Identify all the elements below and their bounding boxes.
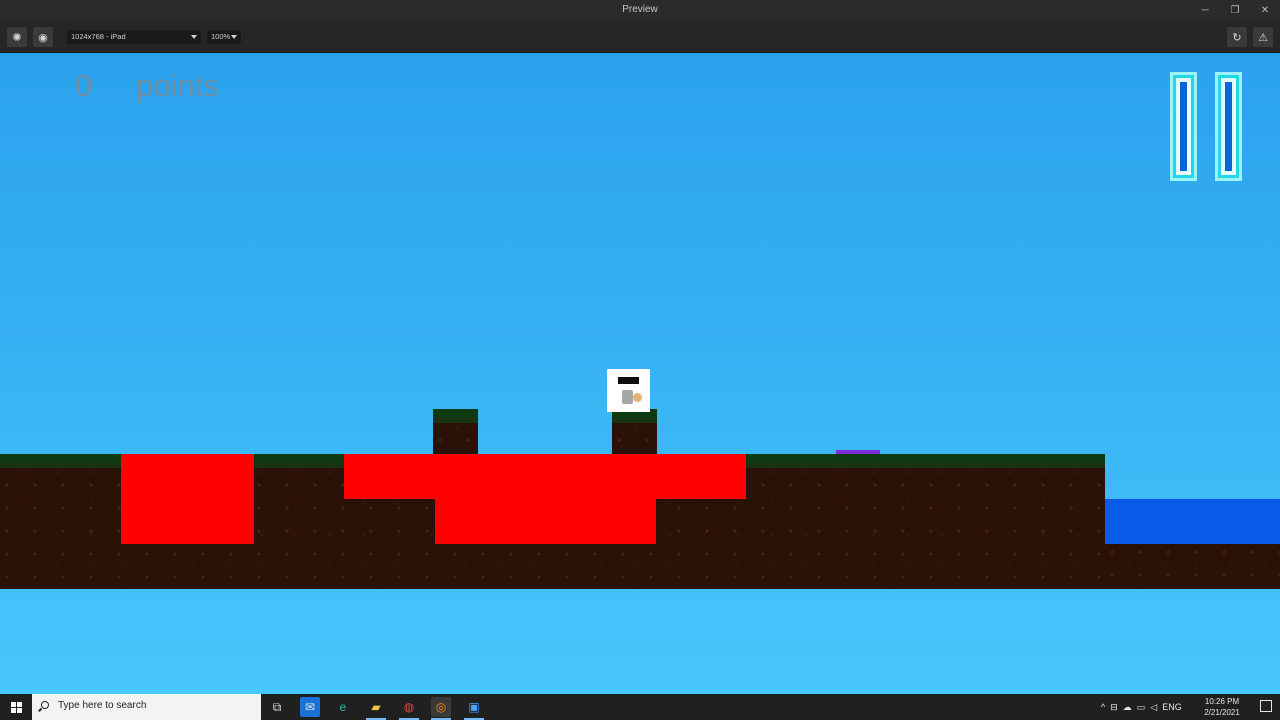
usb-icon[interactable]: ⊟ xyxy=(1110,702,1118,713)
joint-icon xyxy=(633,393,642,402)
minimize-button[interactable]: ─ xyxy=(1190,0,1220,20)
purple-pad xyxy=(836,450,880,454)
windows-taskbar: Type here to search ⧉ ✉ e ▰ ◍ ◎ ▣ ^ ⊟ ☁ … xyxy=(0,694,1280,720)
sunglasses-icon xyxy=(618,377,639,384)
system-tray: ^ ⊟ ☁ ▭ ◁ ENG xyxy=(1101,694,1182,720)
edge-icon[interactable]: e xyxy=(333,697,353,717)
lava-pool xyxy=(344,454,746,499)
preview-toolbar: ✺ ◉ 1024x768 - iPad 100% ↻ ⚠ xyxy=(0,20,1280,53)
volume-icon[interactable]: ◁ xyxy=(1150,702,1157,713)
start-button[interactable] xyxy=(0,694,32,720)
chrome-icon[interactable]: ◍ xyxy=(399,697,419,720)
taskbar-clock[interactable]: 10:26 PM 2/21/2021 xyxy=(1200,696,1244,718)
language-indicator[interactable]: ENG xyxy=(1162,702,1182,712)
cloud-icon[interactable]: ☁ xyxy=(1123,702,1132,713)
notification-icon[interactable] xyxy=(1260,700,1272,712)
file-explorer-icon[interactable]: ▰ xyxy=(366,697,386,720)
lava-pool xyxy=(435,499,656,544)
zoom-select-value: 100% xyxy=(211,32,231,41)
player-character xyxy=(607,369,650,412)
task-view-icon[interactable]: ⧉ xyxy=(267,697,287,717)
dirt-ground-right xyxy=(1105,544,1280,589)
score-label: points xyxy=(136,68,219,103)
device-select-value: 1024x768 - iPad xyxy=(71,32,126,41)
chevron-down-icon xyxy=(231,35,237,39)
clock-date: 2/21/2021 xyxy=(1204,708,1240,717)
chevron-down-icon xyxy=(191,35,197,39)
close-button[interactable]: ✕ xyxy=(1250,0,1280,20)
game-canvas[interactable]: 0 points xyxy=(0,53,1280,694)
network-icon[interactable]: ▭ xyxy=(1137,702,1146,713)
device-select[interactable]: 1024x768 - iPad xyxy=(67,30,201,44)
pause-icon-right-bar xyxy=(1215,72,1242,181)
app-icon[interactable]: ◎ xyxy=(431,697,451,720)
bug-icon[interactable]: ✺ xyxy=(7,27,27,47)
restore-button[interactable]: ❐ xyxy=(1220,0,1250,20)
mail-icon[interactable]: ✉ xyxy=(300,697,320,717)
pause-icon-left-bar xyxy=(1170,72,1197,181)
warning-icon[interactable]: ⚠ xyxy=(1253,27,1273,47)
clock-time: 10:26 PM xyxy=(1204,697,1240,706)
search-icon xyxy=(41,701,49,709)
hand-icon xyxy=(622,390,633,404)
pillar-grass xyxy=(433,409,478,423)
photos-icon[interactable]: ▣ xyxy=(464,697,484,720)
lava-pool xyxy=(121,454,254,544)
camera-icon[interactable]: ◉ xyxy=(33,27,53,47)
grass-strip xyxy=(0,454,121,468)
refresh-icon[interactable]: ↻ xyxy=(1227,27,1247,47)
zoom-select[interactable]: 100% xyxy=(207,30,241,44)
windows-icon xyxy=(10,701,22,713)
search-placeholder: Type here to search xyxy=(58,700,147,711)
grass-strip xyxy=(254,454,344,468)
tray-overflow-icon[interactable]: ^ xyxy=(1101,702,1105,712)
score-value: 0 xyxy=(75,68,93,103)
taskbar-search[interactable]: Type here to search xyxy=(32,694,261,720)
title-bar: Preview ─ ❐ ✕ xyxy=(0,0,1280,20)
water-pool xyxy=(1105,499,1280,544)
grass-strip xyxy=(746,454,1105,468)
window-title: Preview xyxy=(622,4,658,15)
